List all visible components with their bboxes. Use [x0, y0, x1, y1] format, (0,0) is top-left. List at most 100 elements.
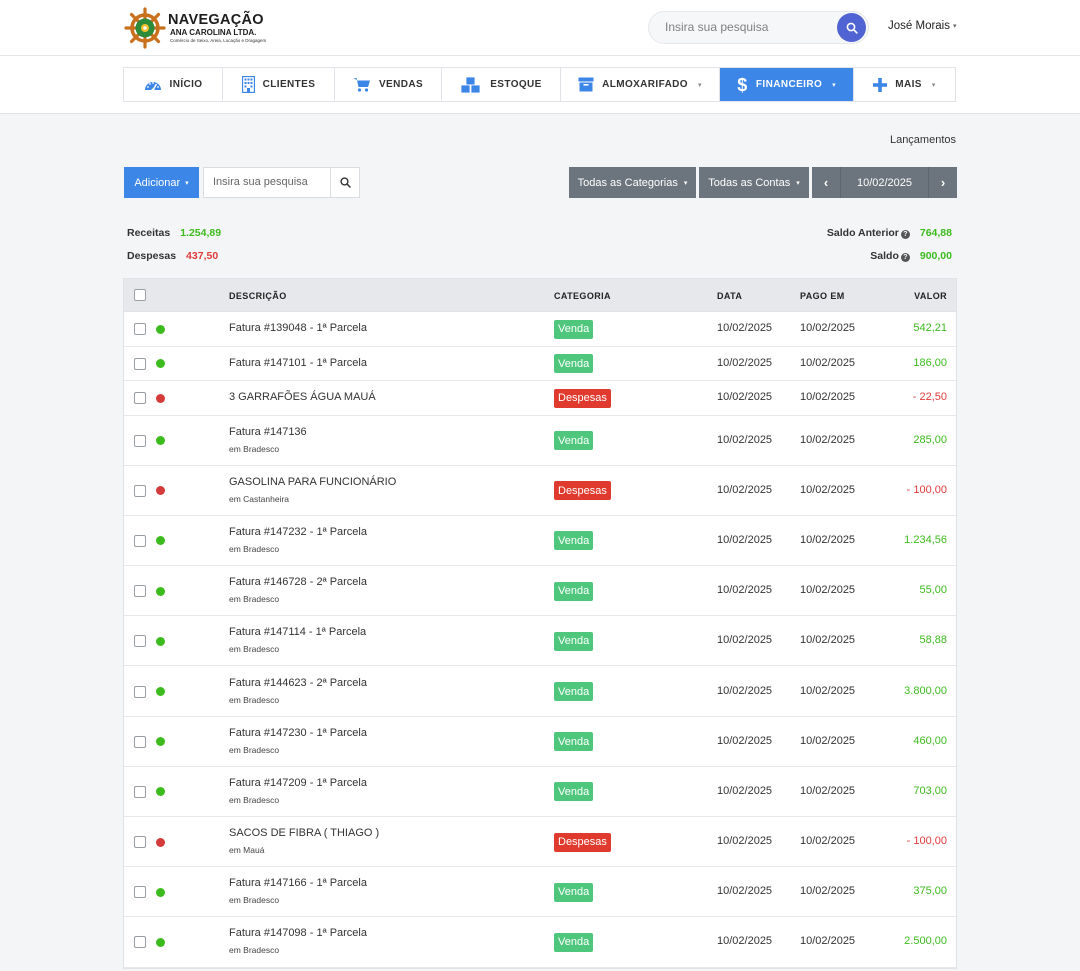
- top-bar: NAVEGAÇÃO ANA CAROLINA LTDA. Comércio de…: [0, 0, 1080, 56]
- account-filter-dropdown[interactable]: Todas as Contas ▾: [699, 167, 809, 198]
- row-description[interactable]: Fatura #139048 - 1ª Parcela: [229, 322, 367, 334]
- table-row[interactable]: Fatura #147101 - 1ª Parcela Venda 10/02/20…: [124, 347, 956, 381]
- previous-date-button[interactable]: ‹: [812, 167, 840, 198]
- row-description[interactable]: GASOLINA PARA FUNCIONÁRIO: [229, 476, 396, 488]
- user-menu[interactable]: José Morais ▾: [888, 20, 957, 32]
- table-row[interactable]: Fatura #147209 - 1ª Parcela em Bradesco Ve…: [124, 767, 956, 817]
- row-checkbox[interactable]: [134, 534, 146, 547]
- row-checkbox[interactable]: [134, 836, 146, 849]
- table-row[interactable]: Fatura #144623 - 2ª Parcela em Bradesco Ve…: [124, 666, 956, 717]
- row-description[interactable]: Fatura #147136: [229, 426, 307, 438]
- table-row[interactable]: Fatura #146728 - 2ª Parcela em Bradesco Ve…: [124, 566, 956, 617]
- saldo-anterior-summary: Saldo Anterior? 764,88: [827, 227, 952, 239]
- current-date[interactable]: 10/02/2025: [840, 167, 929, 198]
- row-checkbox[interactable]: [134, 585, 146, 598]
- row-description[interactable]: Fatura #144623 - 2ª Parcela: [229, 677, 367, 689]
- receitas-summary: Receitas 1.254,89: [127, 227, 221, 239]
- row-value: 58,88: [919, 634, 947, 647]
- add-button[interactable]: Adicionar ▾: [124, 167, 199, 198]
- svg-text:$: $: [737, 75, 747, 94]
- column-pago-em[interactable]: PAGO EM: [800, 291, 845, 301]
- category-filter-dropdown[interactable]: Todas as Categorias ▾: [569, 167, 696, 198]
- row-description[interactable]: Fatura #147114 - 1ª Parcela: [229, 626, 366, 638]
- transactions-table: DESCRIÇÃO CATEGORIA DATA PAGO EM VALOR F…: [123, 278, 957, 969]
- table-row[interactable]: Fatura #139048 - 1ª Parcela Venda 10/02/20…: [124, 312, 956, 347]
- row-paid-date: 10/02/2025: [800, 835, 856, 848]
- row-description[interactable]: Fatura #147101 - 1ª Parcela: [229, 357, 367, 369]
- category-badge: Venda: [554, 319, 594, 339]
- column-valor[interactable]: VALOR: [914, 291, 947, 301]
- row-checkbox[interactable]: [134, 635, 146, 648]
- row-checkbox[interactable]: [134, 785, 146, 798]
- nav-item-clientes[interactable]: CLIENTES: [223, 68, 335, 101]
- column-descricao[interactable]: DESCRIÇÃO: [229, 291, 287, 301]
- row-date: 10/02/2025: [717, 433, 773, 446]
- row-description[interactable]: Fatura #146728 - 2ª Parcela: [229, 576, 367, 588]
- row-description[interactable]: 3 GARRAFÕES ÁGUA MAUÁ: [229, 391, 376, 403]
- status-dot: [156, 486, 165, 496]
- nav-item-inicio[interactable]: INÍCIO: [124, 68, 223, 101]
- global-search-input[interactable]: [665, 20, 825, 34]
- list-search-input[interactable]: [213, 176, 328, 188]
- column-categoria[interactable]: CATEGORIA: [554, 291, 611, 301]
- table-row[interactable]: GASOLINA PARA FUNCIONÁRIO em Castanheira D…: [124, 466, 956, 516]
- status-dot: [156, 586, 165, 596]
- row-checkbox[interactable]: [134, 685, 146, 698]
- row-description[interactable]: Fatura #147209 - 1ª Parcela: [229, 777, 367, 789]
- column-data[interactable]: DATA: [717, 291, 742, 301]
- nav-label: FINANCEIRO: [755, 79, 823, 90]
- nav-item-vendas[interactable]: VENDAS: [335, 68, 442, 101]
- table-row[interactable]: 3 GARRAFÕES ÁGUA MAUÁ Despesas 10/02/2025 1…: [124, 381, 956, 416]
- nav-item-estoque[interactable]: ESTOQUE: [442, 68, 561, 101]
- row-value: 285,00: [913, 433, 947, 446]
- row-description[interactable]: SACOS DE FIBRA ( THIAGO ): [229, 827, 379, 839]
- dollar-icon: $: [737, 75, 747, 94]
- account-filter-label: Todas as Contas: [708, 176, 791, 189]
- select-all-checkbox[interactable]: [134, 289, 146, 301]
- global-search-button[interactable]: [837, 13, 866, 42]
- row-account: em Bradesco: [229, 644, 280, 655]
- chevron-right-icon: ›: [940, 175, 946, 190]
- row-checkbox[interactable]: [134, 323, 146, 336]
- chevron-down-icon: ▾: [832, 81, 837, 89]
- logo-tagline: Comércio de Seixo, Areia, Locação e Drag…: [170, 38, 267, 43]
- table-row[interactable]: Fatura #147098 - 1ª Parcela em Bradesco Ve…: [124, 917, 956, 968]
- nav-item-mais[interactable]: MAIS ▾: [854, 68, 955, 101]
- row-description[interactable]: Fatura #147098 - 1ª Parcela: [229, 927, 367, 939]
- row-description[interactable]: Fatura #147230 - 1ª Parcela: [229, 727, 367, 739]
- table-row[interactable]: Fatura #147232 - 1ª Parcela em Bradesco Ve…: [124, 516, 956, 567]
- category-badge: Despesas: [554, 832, 611, 852]
- table-row[interactable]: Fatura #147114 - 1ª Parcela em Bradesco Ve…: [124, 616, 956, 667]
- row-paid-date: 10/02/2025: [800, 634, 856, 647]
- status-dot: [156, 737, 165, 747]
- receitas-value: 1.254,89: [180, 227, 222, 239]
- table-row[interactable]: SACOS DE FIBRA ( THIAGO ) em Mauá Despesas…: [124, 817, 956, 868]
- row-checkbox[interactable]: [134, 936, 146, 949]
- nav-item-almoxarifado[interactable]: ALMOXARIFADO ▾: [561, 68, 720, 101]
- nav-item-financeiro[interactable]: $ FINANCEIRO ▾: [720, 68, 854, 101]
- help-icon[interactable]: ?: [900, 230, 910, 239]
- row-checkbox[interactable]: [134, 392, 146, 405]
- row-description[interactable]: Fatura #147166 - 1ª Parcela: [229, 877, 367, 889]
- table-row[interactable]: Fatura #147166 - 1ª Parcela em Bradesco Ve…: [124, 867, 956, 918]
- table-row[interactable]: Fatura #147230 - 1ª Parcela em Bradesco Ve…: [124, 717, 956, 767]
- nav-label: VENDAS: [378, 79, 424, 90]
- row-checkbox[interactable]: [134, 484, 146, 497]
- row-value: 186,00: [913, 356, 947, 369]
- table-header: DESCRIÇÃO CATEGORIA DATA PAGO EM VALOR: [124, 279, 956, 312]
- row-checkbox[interactable]: [134, 357, 146, 370]
- row-checkbox[interactable]: [134, 886, 146, 899]
- row-checkbox[interactable]: [134, 434, 146, 447]
- row-checkbox[interactable]: [134, 735, 146, 748]
- next-date-button[interactable]: ›: [929, 167, 957, 198]
- row-date: 10/02/2025: [717, 935, 773, 948]
- list-search-button[interactable]: [330, 168, 359, 197]
- logo-title: NAVEGAÇÃO: [168, 12, 264, 28]
- company-logo[interactable]: NAVEGAÇÃO ANA CAROLINA LTDA. Comércio de…: [124, 7, 267, 51]
- row-value: 460,00: [913, 734, 947, 747]
- help-icon[interactable]: ?: [900, 253, 910, 262]
- row-description[interactable]: Fatura #147232 - 1ª Parcela: [229, 526, 367, 538]
- table-row[interactable]: Fatura #147136 em Bradesco Venda 10/02/2025…: [124, 416, 956, 466]
- row-paid-date: 10/02/2025: [800, 584, 856, 597]
- row-paid-date: 10/02/2025: [800, 356, 856, 369]
